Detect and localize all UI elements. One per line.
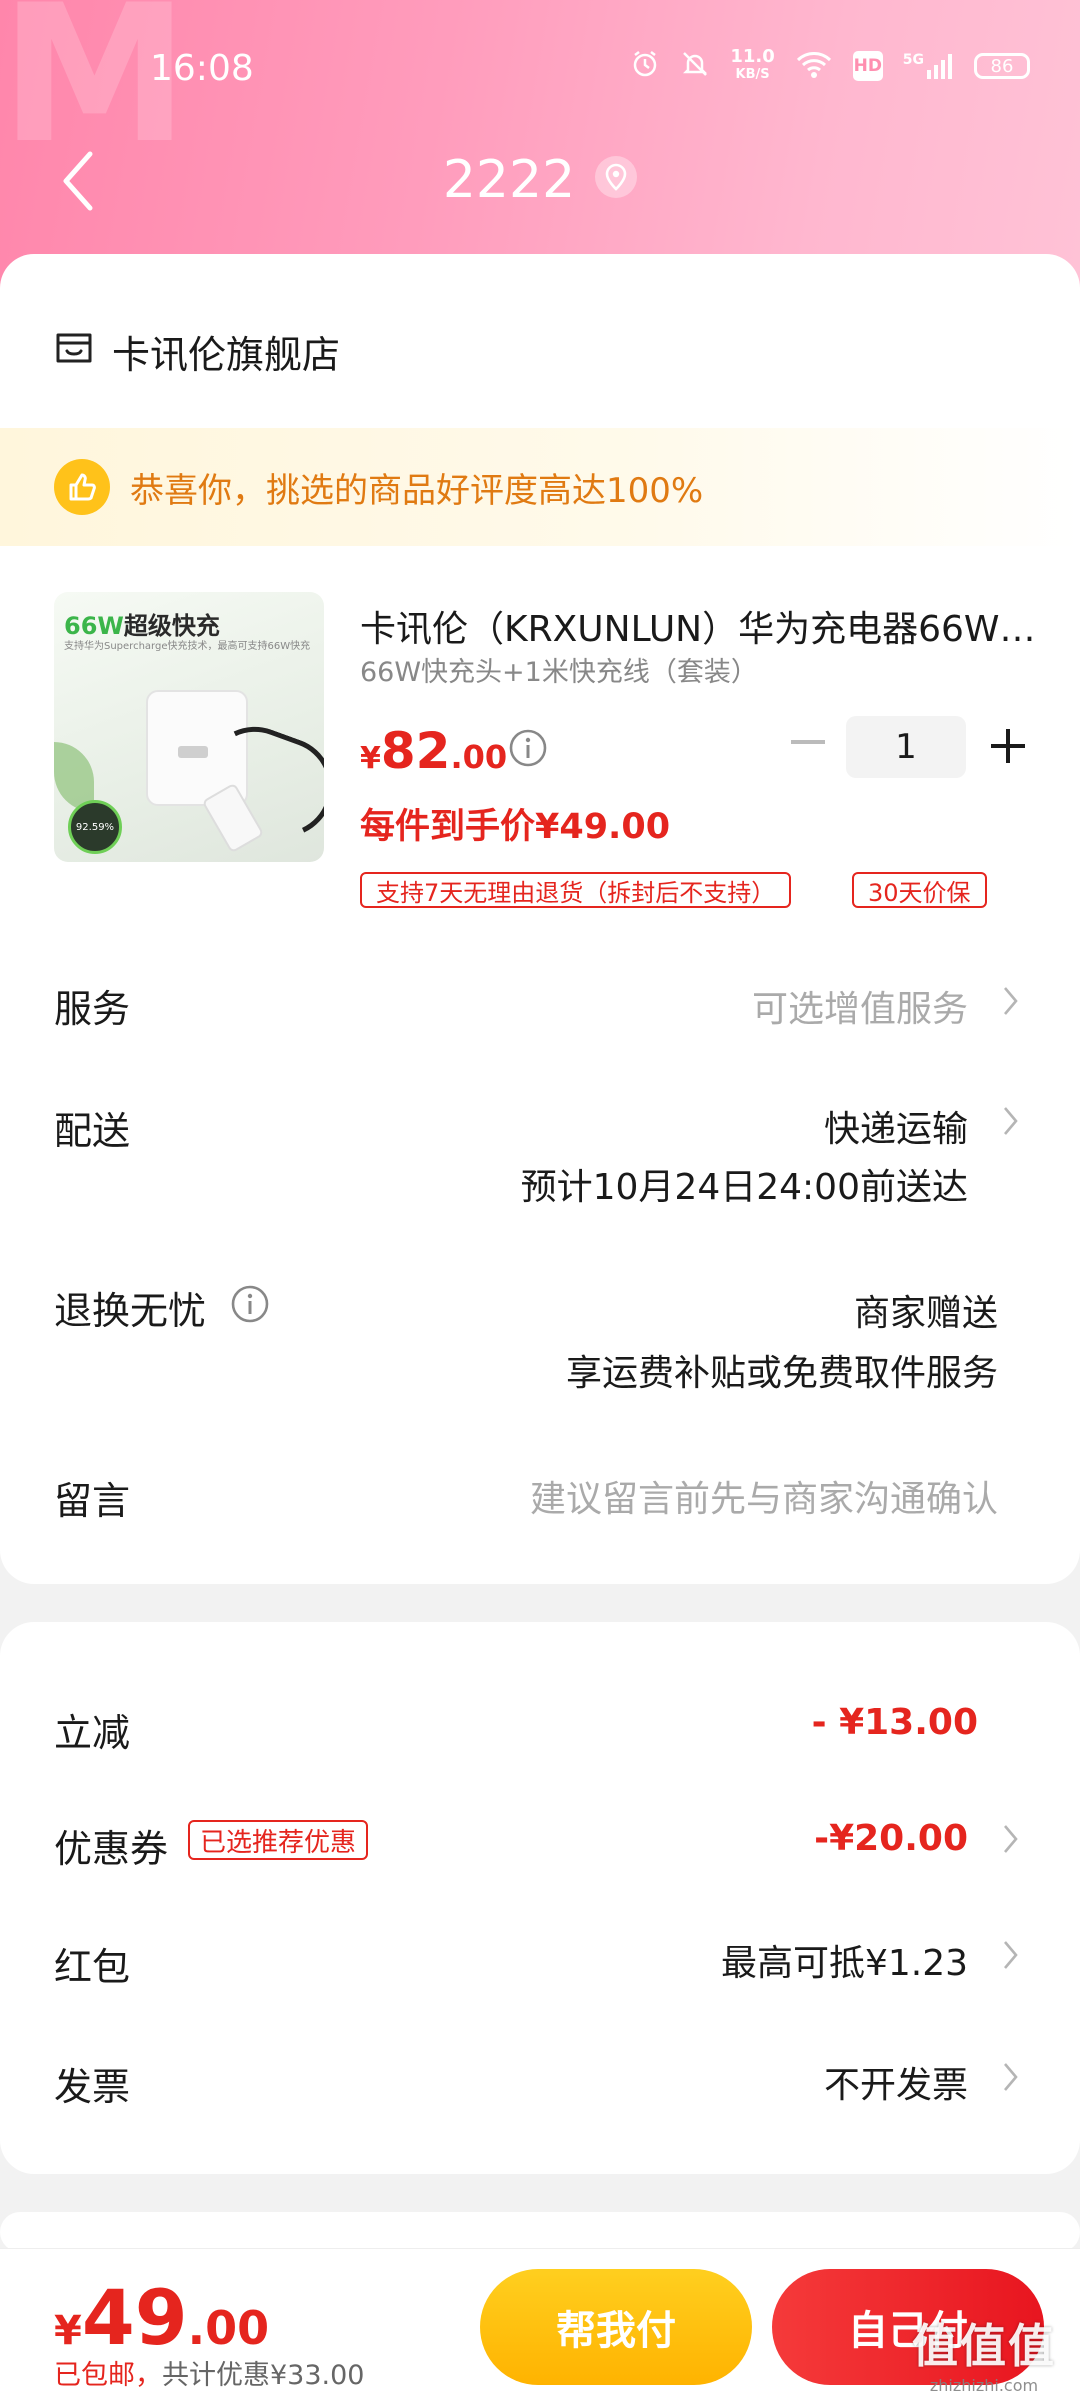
price-decimal: .00: [450, 738, 508, 776]
minus-icon: [791, 740, 825, 744]
next-card: [0, 2212, 1080, 2252]
return-value-2: 享运费补贴或免费取件服务: [565, 1353, 998, 1394]
invoice-value[interactable]: 不开发票: [824, 2056, 968, 2108]
deal-price: 每件到手价¥49.00: [360, 807, 671, 847]
image-badge: 66W超级快充: [64, 606, 220, 641]
quantity-decrease-button[interactable]: [788, 722, 828, 762]
image-badge-green: 66W: [64, 612, 124, 640]
banner-text: 恭喜你，挑选的商品好评度高达100%: [130, 470, 704, 511]
plus-icon: [991, 729, 1025, 763]
watermark-logo: 值值值 zhizhizhi.com: [912, 2310, 1056, 2395]
order-card: 卡讯伦旗舰店 恭喜你，挑选的商品好评度高达100% 66W超级快充 支持华为Su…: [0, 254, 1080, 1584]
image-subtext: 支持华为Supercharge快充技术，最高可支持66W快充: [64, 641, 311, 652]
price-integer: 82: [380, 722, 451, 780]
watermark-big: 值值值: [912, 2319, 1056, 2373]
shop-row[interactable]: 卡讯伦旗舰店: [54, 324, 340, 379]
service-label: 服务: [54, 987, 131, 1031]
coupon-label: 优惠券: [54, 1827, 169, 1871]
instant-discount-label: 立减: [54, 1711, 131, 1755]
cell-signal-icon: 5G: [903, 52, 954, 80]
watermark-small: zhizhizhi.com: [929, 2376, 1039, 2395]
chevron-right-icon[interactable]: [1002, 1104, 1020, 1138]
net-speed: 11.0 KB/S: [730, 48, 774, 84]
coupon-tag: 已选推荐优惠: [188, 1820, 369, 1860]
total-currency: ¥: [54, 2308, 82, 2354]
message-label: 留言: [54, 1479, 131, 1523]
store-icon: [54, 331, 94, 373]
shop-name: 卡讯伦旗舰店: [112, 333, 341, 377]
shipping-note: 已包邮，: [54, 2360, 162, 2391]
discount-card: 立减 - ¥13.00 优惠券 已选推荐优惠 -¥20.00 红包 最高可抵¥1…: [0, 1622, 1080, 2174]
coupon-value[interactable]: -¥20.00: [814, 1818, 968, 1859]
location-pin-icon: [595, 156, 638, 198]
return-info-icon[interactable]: [230, 1284, 270, 1328]
help-pay-button[interactable]: 帮我付: [480, 2269, 752, 2385]
mute-bell-icon: [680, 49, 710, 83]
net-speed-value: 11.0: [730, 46, 775, 67]
redpacket-label: 红包: [54, 1945, 131, 1989]
total-price: ¥49.00: [54, 2273, 269, 2362]
chevron-right-icon[interactable]: [1002, 984, 1020, 1018]
wifi-icon: [795, 49, 833, 83]
product-image[interactable]: 66W超级快充 支持华为Supercharge快充技术，最高可支持66W快充 9…: [54, 592, 324, 862]
chevron-right-icon[interactable]: [1002, 1822, 1020, 1856]
delivery-eta: 预计10月24日24:00前送达: [520, 1167, 968, 1208]
signal-label: 5G: [902, 52, 924, 68]
total-summary: 已包邮，共计优惠¥33.00: [54, 2353, 364, 2392]
delivery-method[interactable]: 快递运输: [824, 1100, 968, 1152]
chevron-right-icon[interactable]: [1002, 2060, 1020, 2094]
address-text: 2222: [442, 150, 576, 210]
redpacket-value[interactable]: 最高可抵¥1.23: [721, 1934, 968, 1986]
hd-badge: HD: [852, 51, 883, 81]
price-info-icon[interactable]: [508, 728, 548, 772]
charger-port: [178, 746, 208, 758]
price-protect-tag: 30天价保: [852, 872, 987, 908]
service-value[interactable]: 可选增值服务: [752, 980, 968, 1032]
status-bar-icons: 11.0 KB/S HD 5G 86: [630, 48, 1030, 84]
status-time: 16:08: [150, 48, 254, 89]
product-price: ¥82.00: [360, 722, 507, 780]
net-speed-unit: KB/S: [735, 67, 770, 82]
price-currency: ¥: [360, 741, 381, 776]
return-label: 退换无忧: [54, 1289, 207, 1333]
thumbs-up-icon: [54, 459, 110, 515]
battery-indicator: 86: [974, 53, 1030, 79]
product-spec[interactable]: 66W快充头+1米快充线（套装）: [360, 650, 758, 689]
total-decimal: .00: [187, 2301, 270, 2355]
praise-banner: 恭喜你，挑选的商品好评度高达100%: [0, 428, 1080, 546]
instant-discount-value: - ¥13.00: [811, 1702, 978, 1743]
return-value-1: 商家赠送: [853, 1293, 998, 1334]
image-badge-text: 超级快充: [123, 612, 220, 640]
invoice-label: 发票: [54, 2065, 131, 2109]
quantity-input[interactable]: 1: [846, 716, 966, 778]
delivery-label: 配送: [54, 1109, 131, 1153]
saved-note: 共计优惠¥33.00: [162, 2360, 365, 2391]
chevron-right-icon[interactable]: [1002, 1938, 1020, 1972]
total-integer: 49: [81, 2273, 188, 2362]
address-selector[interactable]: 2222: [0, 150, 1080, 210]
quantity-increase-button[interactable]: [984, 722, 1032, 770]
return-policy-tag: 支持7天无理由退货（拆封后不支持）: [360, 872, 792, 908]
image-pct-badge: 92.59%: [68, 800, 122, 854]
alarm-icon: [630, 49, 660, 83]
product-title[interactable]: 卡讯伦（KRXUNLUN）华为充电器66W超级快充: [360, 600, 1040, 652]
message-input[interactable]: 建议留言前先与商家沟通确认: [530, 1470, 998, 1522]
